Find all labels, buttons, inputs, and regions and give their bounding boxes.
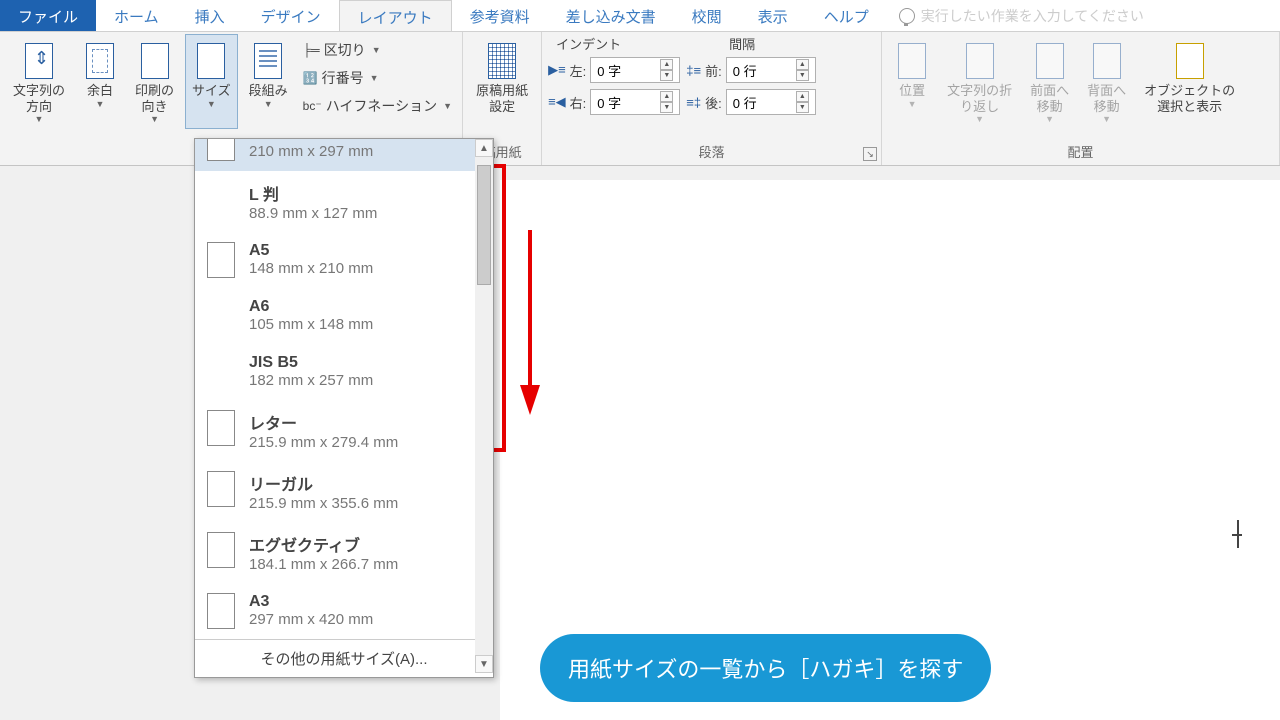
page-thumb-icon	[207, 410, 235, 446]
size-option-リーガル[interactable]: リーガル215.9 mm x 355.6 mm	[195, 461, 493, 522]
wrap-text-button: 文字列の折 り返し▼	[940, 34, 1019, 129]
group-arrange: 位置▼ 文字列の折 り返し▼ 前面へ 移動▼ 背面へ 移動▼ オブジェクトの 選…	[882, 32, 1280, 165]
size-button[interactable]: サイズ ▼	[185, 34, 238, 129]
tab-references[interactable]: 参考資料	[452, 0, 548, 31]
tab-review[interactable]: 校閲	[674, 0, 740, 31]
caret-down-icon: ▼	[35, 114, 44, 124]
space-after-input[interactable]: 0 行▲▼	[726, 89, 816, 115]
tab-mailings[interactable]: 差し込み文書	[548, 0, 674, 31]
space-before-input[interactable]: 0 行▲▼	[726, 57, 816, 83]
instruction-callout: 用紙サイズの一覧から［ハガキ］を探す	[540, 634, 991, 702]
text-cursor-icon	[1232, 520, 1250, 548]
scroll-thumb[interactable]	[477, 165, 491, 285]
size-dropdown: A4210 mm x 297 mmL 判88.9 mm x 127 mmA514…	[194, 138, 494, 678]
tab-help[interactable]: ヘルプ	[806, 0, 887, 31]
page-thumb-icon	[207, 298, 235, 334]
size-dimensions: 215.9 mm x 355.6 mm	[249, 495, 398, 512]
page-thumb-icon	[207, 354, 235, 390]
manuscript-button[interactable]: 原稿用紙 設定	[469, 34, 535, 119]
tab-layout[interactable]: レイアウト	[339, 0, 452, 31]
size-option-l-判[interactable]: L 判88.9 mm x 127 mm	[195, 171, 493, 232]
position-button: 位置▼	[888, 34, 936, 129]
size-name: JIS B5	[249, 354, 373, 372]
tab-design[interactable]: デザイン	[243, 0, 339, 31]
dropdown-scrollbar: ▲ ▼	[475, 139, 493, 673]
size-name: A3	[249, 593, 373, 611]
columns-button[interactable]: 段組み ▼	[242, 34, 295, 129]
size-name: A5	[249, 242, 373, 260]
tab-file[interactable]: ファイル	[0, 0, 96, 31]
breaks-button[interactable]: ╞═区切り▼	[299, 38, 456, 62]
tab-insert[interactable]: 挿入	[177, 0, 243, 31]
send-backward-button: 背面へ 移動▼	[1080, 34, 1133, 129]
size-dimensions: 88.9 mm x 127 mm	[249, 205, 377, 222]
page-thumb-icon	[207, 471, 235, 507]
size-option-jis-b5[interactable]: JIS B5182 mm x 257 mm	[195, 344, 493, 400]
scroll-track[interactable]	[475, 157, 493, 655]
size-dimensions: 297 mm x 420 mm	[249, 611, 373, 628]
size-name: A6	[249, 298, 373, 316]
margins-button[interactable]: 余白 ▼	[76, 34, 124, 129]
tell-me-search[interactable]: 実行したい作業を入力してください	[899, 0, 1144, 31]
size-option-a4[interactable]: A4210 mm x 297 mm	[195, 139, 493, 171]
tell-me-placeholder: 実行したい作業を入力してください	[921, 6, 1144, 26]
size-dimensions: 182 mm x 257 mm	[249, 372, 373, 389]
bring-forward-button: 前面へ 移動▼	[1023, 34, 1076, 129]
space-before-icon: ‡≡	[686, 63, 701, 78]
indent-right-icon: ≡◀	[548, 94, 566, 110]
menu-bar: ファイル ホーム 挿入 デザイン レイアウト 参考資料 差し込み文書 校閲 表示…	[0, 0, 1280, 32]
page-thumb-icon	[207, 181, 235, 217]
scroll-up-button[interactable]: ▲	[475, 139, 493, 157]
page-thumb-icon	[207, 242, 235, 278]
hyphenation-button[interactable]: bc⁻ハイフネーション▼	[299, 94, 456, 118]
size-option-エグゼクティブ[interactable]: エグゼクティブ184.1 mm x 266.7 mm	[195, 522, 493, 583]
size-name: エグゼクティブ	[249, 532, 398, 556]
space-after-icon: ≡‡	[686, 95, 701, 110]
scroll-down-button[interactable]: ▼	[475, 655, 493, 673]
selection-pane-button[interactable]: オブジェクトの 選択と表示	[1137, 34, 1242, 129]
page-thumb-icon	[207, 139, 235, 161]
size-name: レター	[249, 410, 398, 434]
ribbon: 文字列の 方向 ▼ 余白 ▼ 印刷の 向き ▼ サイズ ▼ 段組み ▼	[0, 32, 1280, 166]
size-dimensions: 215.9 mm x 279.4 mm	[249, 434, 398, 451]
paragraph-dialog-launcher[interactable]: ↘	[863, 147, 877, 161]
orientation-button[interactable]: 印刷の 向き ▼	[128, 34, 181, 129]
size-dimensions: 148 mm x 210 mm	[249, 260, 373, 277]
size-dimensions: 105 mm x 148 mm	[249, 316, 373, 333]
more-paper-sizes[interactable]: その他の用紙サイズ(A)...	[195, 639, 493, 677]
page-thumb-icon	[207, 593, 235, 629]
indent-right-input[interactable]: 0 字▲▼	[590, 89, 680, 115]
group-paragraph: インデント 間隔 ▶≡ 左: 0 字▲▼ ‡≡ 前: 0 行▲▼ ≡◀ 右:	[542, 32, 882, 165]
indent-left-icon: ▶≡	[548, 62, 566, 78]
tab-view[interactable]: 表示	[740, 0, 806, 31]
indent-left-input[interactable]: 0 字▲▼	[590, 57, 680, 83]
tab-home[interactable]: ホーム	[96, 0, 177, 31]
size-dimensions: 210 mm x 297 mm	[249, 143, 373, 160]
size-option-a6[interactable]: A6105 mm x 148 mm	[195, 288, 493, 344]
size-option-a5[interactable]: A5148 mm x 210 mm	[195, 232, 493, 288]
size-option-レター[interactable]: レター215.9 mm x 279.4 mm	[195, 400, 493, 461]
size-dimensions: 184.1 mm x 266.7 mm	[249, 556, 398, 573]
page-thumb-icon	[207, 532, 235, 568]
line-numbers-button[interactable]: 🔢行番号▼	[299, 66, 456, 90]
size-name: リーガル	[249, 471, 398, 495]
size-name: L 判	[249, 181, 377, 205]
size-option-a3[interactable]: A3297 mm x 420 mm	[195, 583, 493, 639]
text-direction-button[interactable]: 文字列の 方向 ▼	[6, 34, 72, 129]
lightbulb-icon	[899, 8, 915, 24]
